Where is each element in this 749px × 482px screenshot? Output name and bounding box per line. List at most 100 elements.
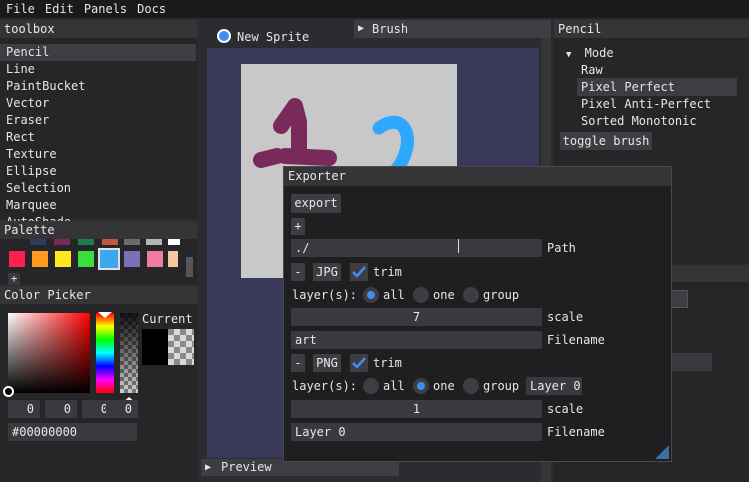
stroke-one [253,98,337,168]
remove-jpg-button[interactable]: - [291,263,305,281]
palette-title: Palette [0,221,197,239]
menu-bar: File Edit Panels Docs [0,0,749,18]
preview-window-title: Preview [221,460,272,474]
tool-rect[interactable]: Rect [0,129,197,146]
mode-label: Mode [584,46,614,60]
png-filename-input[interactable]: Layer 0 [291,423,542,441]
jpg-scale-input[interactable]: 7 [291,308,542,326]
png-scale-input[interactable]: 1 [291,400,542,418]
palette-panel: Palette + [0,221,197,285]
jpg-layers-group-radio[interactable] [463,287,479,303]
text-cursor-icon [458,239,464,253]
picker-cursor[interactable] [3,386,14,397]
preview-collapse-icon[interactable]: ▶ [205,459,211,476]
palette-swatch-top[interactable] [30,239,46,245]
jpg-one-label: one [433,288,455,302]
jpg-layers-all-radio[interactable] [363,287,379,303]
palette-swatch[interactable] [55,251,71,267]
saturation-value-square[interactable] [8,313,90,393]
mode-pixel-anti-perfect[interactable]: Pixel Anti-Perfect [577,95,737,113]
menu-panels[interactable]: Panels [79,0,132,18]
jpg-filename-input[interactable]: art [291,331,542,349]
palette-swatch-top[interactable] [78,239,94,245]
palette-add-button[interactable]: + [8,273,20,285]
toggle-brush-button[interactable]: toggle brush [560,132,652,150]
new-sprite-tab[interactable]: New Sprite [213,28,333,46]
tool-line[interactable]: Line [0,61,197,78]
jpg-group-label: group [483,288,520,302]
tool-selection[interactable]: Selection [0,180,197,197]
pencil-title: Pencil [554,20,749,38]
checkmark-icon [352,266,366,278]
exporter-title[interactable]: Exporter [284,167,671,186]
png-layer-select[interactable]: Layer 0 [526,377,582,395]
mode-pixel-perfect[interactable]: Pixel Perfect [577,78,737,96]
palette-swatch[interactable] [124,251,140,267]
palette-swatch-top[interactable] [124,239,140,245]
palette-swatch[interactable] [168,251,178,267]
tool-marquee[interactable]: Marquee [0,197,197,214]
png-layers-all-radio[interactable] [363,378,379,394]
png-layers-one-radio[interactable] [413,378,429,394]
jpg-trim-checkbox[interactable] [350,263,368,281]
palette-swatch[interactable] [78,251,94,267]
mode-expand-icon[interactable]: ▼ [566,50,571,60]
jpg-format-button[interactable]: JPG [313,263,341,281]
jpg-layers-one-radio[interactable] [413,287,429,303]
export-path-input[interactable]: ./ [291,239,542,257]
mode-raw[interactable]: Raw [577,61,737,79]
menu-file[interactable]: File [0,0,40,18]
tool-pencil[interactable]: Pencil [0,44,196,61]
png-filename-label: Filename [547,425,605,439]
hex-color-input[interactable]: #00000000 [8,423,137,441]
tool-paintbucket[interactable]: PaintBucket [0,78,197,95]
exporter-window: Exporter export + ./ Path - JPG trim lay… [283,166,672,462]
color-picker-title: Color Picker [0,286,197,304]
png-layers-label: layer(s): [292,379,358,393]
png-one-label: one [433,379,455,393]
alpha-slider-marker-icon[interactable] [118,392,140,403]
alpha-slider[interactable] [120,313,138,393]
tool-vector[interactable]: Vector [0,95,197,112]
palette-swatch-selected[interactable] [98,248,120,270]
hue-slider[interactable] [96,313,114,393]
png-group-label: group [483,379,520,393]
resize-grip-icon[interactable] [655,445,669,459]
tool-texture[interactable]: Texture [0,146,197,163]
color-green-input[interactable]: 0 [45,400,77,418]
add-export-button[interactable]: + [291,218,305,235]
menu-docs[interactable]: Docs [132,0,171,18]
palette-swatch-top[interactable] [168,239,180,245]
png-trim-checkbox[interactable] [350,354,368,372]
palette-swatch-top[interactable] [102,239,118,245]
export-button[interactable]: export [291,194,341,213]
palette-swatch[interactable] [32,251,48,267]
hue-slider-marker-icon[interactable] [94,307,116,318]
toolbox-panel: toolbox Pencil Line PaintBucket Vector E… [0,20,197,229]
png-format-button[interactable]: PNG [313,354,341,372]
remove-png-button[interactable]: - [291,354,305,372]
png-layers-group-radio[interactable] [463,378,479,394]
mode-sorted-monotonic[interactable]: Sorted Monotonic [577,112,737,130]
palette-swatch[interactable] [147,251,163,267]
png-all-label: all [383,379,405,393]
brush-collapse-icon[interactable]: ▶ [358,20,364,38]
png-trim-label: trim [373,356,402,370]
toolbox-title: toolbox [0,20,197,38]
current-color-swatch [142,329,168,365]
palette-swatch-top[interactable] [146,239,162,245]
palette-swatch-top[interactable] [54,239,70,245]
color-alpha-input[interactable]: 0 [106,400,138,418]
path-label: Path [547,241,576,255]
background-panel-field[interactable] [666,353,712,371]
palette-swatch[interactable] [9,251,25,267]
brush-window-header[interactable]: ▶ Brush [354,20,551,38]
tool-ellipse[interactable]: Ellipse [0,163,197,180]
jpg-scale-label: scale [547,310,584,324]
color-red-input[interactable]: 0 [8,400,40,418]
png-scale-label: scale [547,402,584,416]
tool-eraser[interactable]: Eraser [0,112,197,129]
menu-edit[interactable]: Edit [40,0,79,18]
jpg-trim-label: trim [373,265,402,279]
palette-scrollbar[interactable] [186,257,193,277]
